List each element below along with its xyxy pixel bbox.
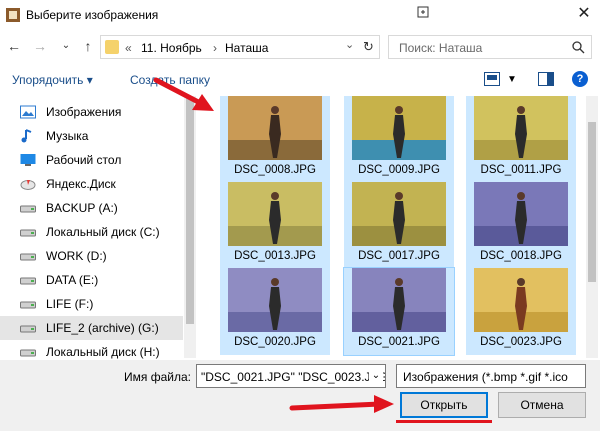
sidebar-item[interactable]: Музыка xyxy=(0,124,183,148)
address-bar[interactable]: « 11. Ноябрь › Наташа ⌄ ↻ xyxy=(100,35,380,59)
search-box[interactable]: Поиск: Наташа xyxy=(388,35,592,59)
filename-value[interactable]: "DSC_0021.JPG" "DSC_0023.JPG" xyxy=(201,370,385,384)
nav-scrollbar[interactable] xyxy=(184,96,196,358)
search-input[interactable]: Поиск: Наташа xyxy=(399,41,482,55)
sidebar-item-label: LIFE (F:) xyxy=(46,297,94,311)
photo-thumbnail xyxy=(352,96,446,160)
drive-icon xyxy=(20,249,36,263)
forward-button[interactable]: → xyxy=(30,36,50,56)
sidebar-item-label: Рабочий стол xyxy=(46,153,122,167)
file-name: DSC_0011.JPG xyxy=(480,164,562,176)
new-folder-button[interactable]: Создать папку xyxy=(130,73,210,87)
sidebar-item-label: Изображения xyxy=(46,105,122,119)
sidebar-item[interactable]: Рабочий стол xyxy=(0,148,183,172)
drive-icon xyxy=(20,297,36,311)
file-name: DSC_0018.JPG xyxy=(480,250,562,262)
photo-thumbnail xyxy=(352,268,446,332)
organize-button[interactable]: Упорядочить ▾ xyxy=(12,73,93,87)
pictures-icon xyxy=(20,105,36,119)
file-tile[interactable]: DSC_0008.JPG xyxy=(220,96,330,183)
file-name: DSC_0020.JPG xyxy=(234,336,316,348)
filetype-value[interactable]: Изображения (*.bmp *.gif *.ico xyxy=(403,370,568,384)
file-name: DSC_0023.JPG xyxy=(480,336,562,348)
nav-scroll-thumb[interactable] xyxy=(186,98,194,324)
file-tile[interactable]: DSC_0021.JPG xyxy=(343,267,455,356)
navigation-pane: Изображения Музыка Рабочий стол Яндекс.Диск… xyxy=(0,96,196,359)
file-name: DSC_0009.JPG xyxy=(358,164,440,176)
crumb-natasha[interactable]: Наташа xyxy=(225,41,268,55)
sidebar-item-label: WORK (D:) xyxy=(46,249,107,263)
drive-icon xyxy=(20,201,36,215)
drive-icon xyxy=(20,225,36,239)
sidebar-item[interactable]: Изображения xyxy=(0,100,183,124)
file-grid: DSC_0008.JPG DSC_0009.JPG DSC_0011.JPG DSC_… xyxy=(200,96,586,358)
file-tile[interactable]: DSC_0018.JPG xyxy=(466,182,576,269)
file-name: DSC_0013.JPG xyxy=(234,250,316,262)
recent-locations-button[interactable]: ⌄ xyxy=(56,36,76,56)
window-title: Выберите изображения xyxy=(26,8,159,22)
filename-field[interactable]: "DSC_0021.JPG" "DSC_0023.JPG" ⌄ xyxy=(196,364,386,388)
sidebar-item-label: DATA (E:) xyxy=(46,273,99,287)
sidebar-item[interactable]: LIFE_2 (archive) (G:) xyxy=(0,316,183,340)
crumb-separator: › xyxy=(213,41,217,55)
filename-dropdown-icon[interactable]: ⌄ xyxy=(369,369,383,383)
filename-label: Имя файла: xyxy=(124,370,191,384)
drive-icon xyxy=(20,321,36,335)
sidebar-item[interactable]: Яндекс.Диск xyxy=(0,172,183,196)
file-name: DSC_0021.JPG xyxy=(358,336,440,348)
crumb-november[interactable]: 11. Ноябрь xyxy=(141,41,202,55)
cancel-button[interactable]: Отмена xyxy=(498,392,586,418)
search-icon[interactable] xyxy=(571,40,585,54)
pin-icon[interactable] xyxy=(416,5,430,19)
help-icon[interactable]: ? xyxy=(572,71,588,87)
file-name: DSC_0008.JPG xyxy=(234,164,316,176)
photo-thumbnail xyxy=(228,182,322,246)
sidebar-item-label: Музыка xyxy=(46,129,89,143)
photo-thumbnail xyxy=(228,96,322,160)
photo-thumbnail xyxy=(228,268,322,332)
folder-icon xyxy=(105,40,119,54)
refresh-icon[interactable]: ↻ xyxy=(363,39,374,55)
close-button[interactable]: ✕ xyxy=(574,4,594,24)
file-scrollbar[interactable] xyxy=(586,96,598,358)
file-tile[interactable]: DSC_0011.JPG xyxy=(466,96,576,183)
file-scroll-thumb[interactable] xyxy=(588,122,596,282)
file-tile[interactable]: DSC_0023.JPG xyxy=(466,268,576,355)
annotation-underline xyxy=(396,420,492,423)
address-dropdown-icon[interactable]: ⌄ xyxy=(345,38,354,51)
sidebar-item[interactable]: LIFE (F:) xyxy=(0,292,183,316)
file-tile[interactable]: DSC_0013.JPG xyxy=(220,182,330,269)
open-button[interactable]: Открыть xyxy=(400,392,488,418)
back-button[interactable]: ← xyxy=(4,36,24,56)
preview-pane-icon[interactable] xyxy=(538,72,554,86)
sidebar-item[interactable]: WORK (D:) xyxy=(0,244,183,268)
photo-thumbnail xyxy=(474,182,568,246)
file-tile[interactable]: DSC_0009.JPG xyxy=(344,96,454,183)
photo-thumbnail xyxy=(352,182,446,246)
sidebar-item-label: Локальный диск (H:) xyxy=(46,345,160,359)
app-icon xyxy=(6,8,20,22)
view-dropdown-icon[interactable]: ▼ xyxy=(507,74,517,85)
drive-icon xyxy=(20,273,36,287)
photo-thumbnail xyxy=(474,96,568,160)
file-tile[interactable]: DSC_0020.JPG xyxy=(220,268,330,355)
sidebar-item-label: Локальный диск (C:) xyxy=(46,225,160,239)
view-mode-icon[interactable] xyxy=(484,72,500,86)
up-button[interactable]: ↑ xyxy=(78,36,98,56)
desktop-icon xyxy=(20,153,36,167)
sidebar-item[interactable]: BACKUP (A:) xyxy=(0,196,183,220)
file-name: DSC_0017.JPG xyxy=(358,250,440,262)
sidebar-item-label: BACKUP (A:) xyxy=(46,201,118,215)
sidebar-item[interactable]: DATA (E:) xyxy=(0,268,183,292)
sidebar-item-label: Яндекс.Диск xyxy=(46,177,116,191)
filetype-select[interactable]: Изображения (*.bmp *.gif *.ico xyxy=(396,364,586,388)
overflow-chevron[interactable]: « xyxy=(125,41,132,55)
file-tile[interactable]: DSC_0017.JPG xyxy=(344,182,454,269)
yandex-disk-icon xyxy=(20,177,36,191)
sidebar-item[interactable]: Локальный диск (C:) xyxy=(0,220,183,244)
photo-thumbnail xyxy=(474,268,568,332)
drive-icon xyxy=(20,345,36,359)
music-icon xyxy=(20,129,36,143)
sidebar-item-label: LIFE_2 (archive) (G:) xyxy=(46,321,159,335)
